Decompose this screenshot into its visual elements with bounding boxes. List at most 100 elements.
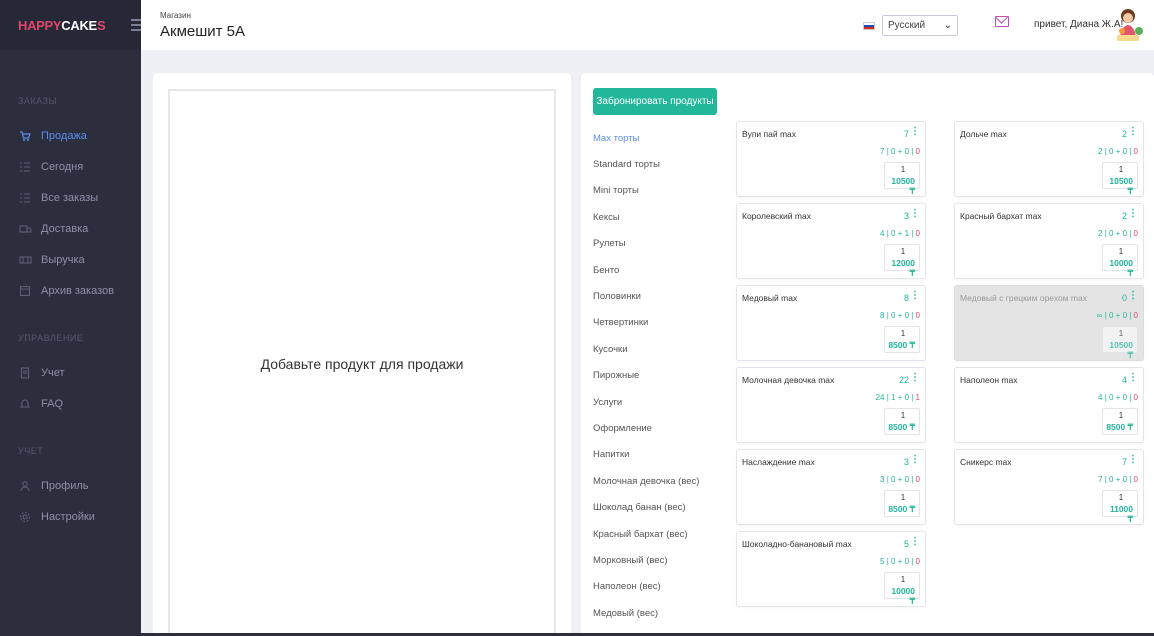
cash-icon	[18, 253, 32, 267]
product-card[interactable]: Шоколадно-банановый max 5 ⋮ 5 | 0 + 0 | 011…	[736, 531, 926, 607]
language-select[interactable]: Русский ⌄	[882, 15, 958, 36]
product-card[interactable]: Дольче max 2 ⋮ 2 | 0 + 0 | 0 1 10500 ₸	[954, 121, 1144, 197]
price-box[interactable]: 1 10500 ₸	[884, 162, 920, 196]
bell-icon	[18, 397, 32, 411]
product-card[interactable]: Красный бархат max 2 ⋮ 2 | 0 + 0 | 0 1 10000 …	[954, 203, 1144, 279]
category-item[interactable]: Наполеон (вес)	[593, 574, 733, 600]
more-options-icon[interactable]: ⋮	[1128, 373, 1138, 383]
sidebar-item-faq[interactable]: FAQ	[0, 388, 141, 419]
sidebar-item-archive[interactable]: Архив заказов	[0, 275, 141, 306]
stock-breakdown: 2 | 0 + 0 | 0	[1098, 229, 1138, 238]
stock-breakdown-main: 2 | 0 + 0 |	[1098, 229, 1134, 238]
product-price: 10500 ₸	[1109, 176, 1133, 196]
category-item[interactable]: Кексы	[593, 204, 733, 230]
category-item[interactable]: Рулеты	[593, 231, 733, 257]
product-quantity: 1	[1118, 493, 1124, 502]
stock-breakdown: 5 | 0 + 0 | 0	[880, 557, 920, 566]
product-price: 8500 ₸	[1106, 422, 1133, 432]
more-options-icon[interactable]: ⋮	[910, 127, 920, 137]
category-item[interactable]: Mini торты	[593, 178, 733, 204]
price-box[interactable]: 1 8500 ₸	[1102, 408, 1138, 435]
category-item[interactable]: Max торты	[593, 125, 733, 151]
category-item[interactable]: Красный бархат (вес)	[593, 521, 733, 547]
list-icon	[18, 191, 32, 205]
price-box[interactable]: 1 10500 ₸	[1102, 326, 1138, 360]
mail-icon[interactable]	[995, 16, 1009, 27]
sidebar-item-sale[interactable]: Продажа	[0, 120, 141, 151]
more-options-icon[interactable]: ⋮	[910, 209, 920, 219]
sidebar-item-revenue[interactable]: Выручка	[0, 244, 141, 275]
category-item[interactable]: Услуги	[593, 389, 733, 415]
product-card[interactable]: Королевский max 3 ⋮ 4 | 0 + 1 | 0 1 12000 ₸	[736, 203, 926, 279]
more-options-icon[interactable]: ⋮	[1128, 209, 1138, 219]
product-card[interactable]: Медовый max 8 ⋮ 8 | 0 + 0 | 0 1 8500 ₸	[736, 285, 926, 361]
stock-breakdown-main: 2 | 0 + 0 |	[1098, 147, 1134, 156]
product-name: Королевский max	[742, 211, 811, 221]
more-options-icon[interactable]: ⋮	[910, 291, 920, 301]
product-count: 5	[903, 539, 909, 549]
price-box[interactable]: 1 10000 ₸	[884, 572, 920, 606]
category-item[interactable]: Половинки	[593, 283, 733, 309]
more-options-icon[interactable]: ⋮	[910, 537, 920, 547]
category-item[interactable]: Медовый (вес)	[593, 600, 733, 626]
sidebar-item-delivery[interactable]: Доставка	[0, 213, 141, 244]
sidebar-item-label: Все заказы	[41, 191, 99, 204]
store-label: Магазин	[160, 11, 191, 20]
category-item[interactable]: Standard торты	[593, 151, 733, 177]
category-item[interactable]: Четвертинки	[593, 310, 733, 336]
more-options-icon[interactable]: ⋮	[910, 455, 920, 465]
language-selector: Русский ⌄	[863, 15, 958, 36]
sidebar-item-label: Учет	[41, 366, 65, 379]
product-card[interactable]: Наслаждение max 3 ⋮ 3 | 0 + 0 | 0 1 8500 ₸	[736, 449, 926, 525]
category-item[interactable]: Пирожные	[593, 363, 733, 389]
logo[interactable]: HAPPYCAKES	[18, 18, 106, 33]
sidebar-item-accounting[interactable]: Учет	[0, 357, 141, 388]
product-price: 10500 ₸	[891, 176, 915, 196]
store-name: Акмешит 5А	[160, 23, 246, 40]
stock-breakdown: 3 | 0 + 0 | 0	[880, 475, 920, 484]
product-count: 0	[1121, 293, 1127, 303]
stock-breakdown-main: 4 | 0 + 0 |	[1098, 393, 1134, 402]
avatar[interactable]	[1114, 7, 1146, 43]
category-item[interactable]: Кусочки	[593, 336, 733, 362]
price-box[interactable]: 1 12000 ₸	[884, 244, 920, 278]
price-box[interactable]: 1 8500 ₸	[884, 408, 920, 435]
product-card[interactable]: Наполеон max 4 ⋮ 4 | 0 + 0 | 0 1 8500 ₸	[954, 367, 1144, 443]
product-card[interactable]: Вупи пай max 7 ⋮ 7 | 0 + 0 | 0 1 10500 ₸	[736, 121, 926, 197]
product-quantity: 1	[900, 411, 906, 420]
sidebar-item-profile[interactable]: Профиль	[0, 470, 141, 501]
price-box[interactable]: 1 8500 ₸	[884, 490, 920, 517]
sidebar-item-label: FAQ	[41, 397, 64, 410]
more-options-icon[interactable]: ⋮	[1128, 455, 1138, 465]
price-box[interactable]: 1 10000 ₸	[1102, 244, 1138, 278]
more-options-icon[interactable]: ⋮	[1128, 127, 1138, 137]
more-options-icon[interactable]: ⋮	[910, 373, 920, 383]
sidebar-item-settings[interactable]: Настройки	[0, 501, 141, 532]
more-options-icon[interactable]: ⋮	[1128, 291, 1138, 301]
product-name: Медовый max	[742, 293, 798, 303]
category-item[interactable]: Оформление	[593, 415, 733, 441]
gear-icon	[18, 510, 32, 524]
stock-breakdown-main: 8 | 0 + 0 |	[880, 311, 916, 320]
category-item[interactable]: Шоколад банан (вес)	[593, 494, 733, 520]
category-list: Max торты Standard торты Mini торты Кексы Ру…	[593, 125, 733, 636]
category-item[interactable]: Напитки	[593, 442, 733, 468]
stock-breakdown: 8 | 0 + 0 | 0	[880, 311, 920, 320]
category-item[interactable]: Молочная девочка (вес)	[593, 468, 733, 494]
products-panel: Забронировать продукты Max торты Standard…	[581, 73, 1154, 636]
category-item[interactable]: Бенто	[593, 257, 733, 283]
section-title-account: УЧЕТ	[18, 446, 44, 456]
price-box[interactable]: 1 10500 ₸	[1102, 162, 1138, 196]
price-box[interactable]: 1 8500 ₸	[884, 326, 920, 353]
cart-icon	[18, 129, 32, 143]
product-quantity: 1	[1118, 165, 1124, 174]
sidebar-item-today[interactable]: Сегодня	[0, 151, 141, 182]
reserve-products-button[interactable]: Забронировать продукты	[593, 88, 717, 115]
sidebar-item-all-orders[interactable]: Все заказы	[0, 182, 141, 213]
category-item[interactable]: Морковный (вес)	[593, 547, 733, 573]
product-count: 2	[1121, 129, 1127, 139]
product-card[interactable]: Сникерс max 7 ⋮ 7 | 0 + 0 | 0 1 11000 ₸	[954, 449, 1144, 525]
product-card[interactable]: Молочная девочка max 22 ⋮ 24 | 1 + 0 | 1 1 85…	[736, 367, 926, 443]
price-box[interactable]: 1 11000 ₸	[1102, 490, 1138, 524]
product-card[interactable]: Медовый с грецким орехом max 0 ⋮ ∞ | 0 + 0 …	[954, 285, 1144, 361]
